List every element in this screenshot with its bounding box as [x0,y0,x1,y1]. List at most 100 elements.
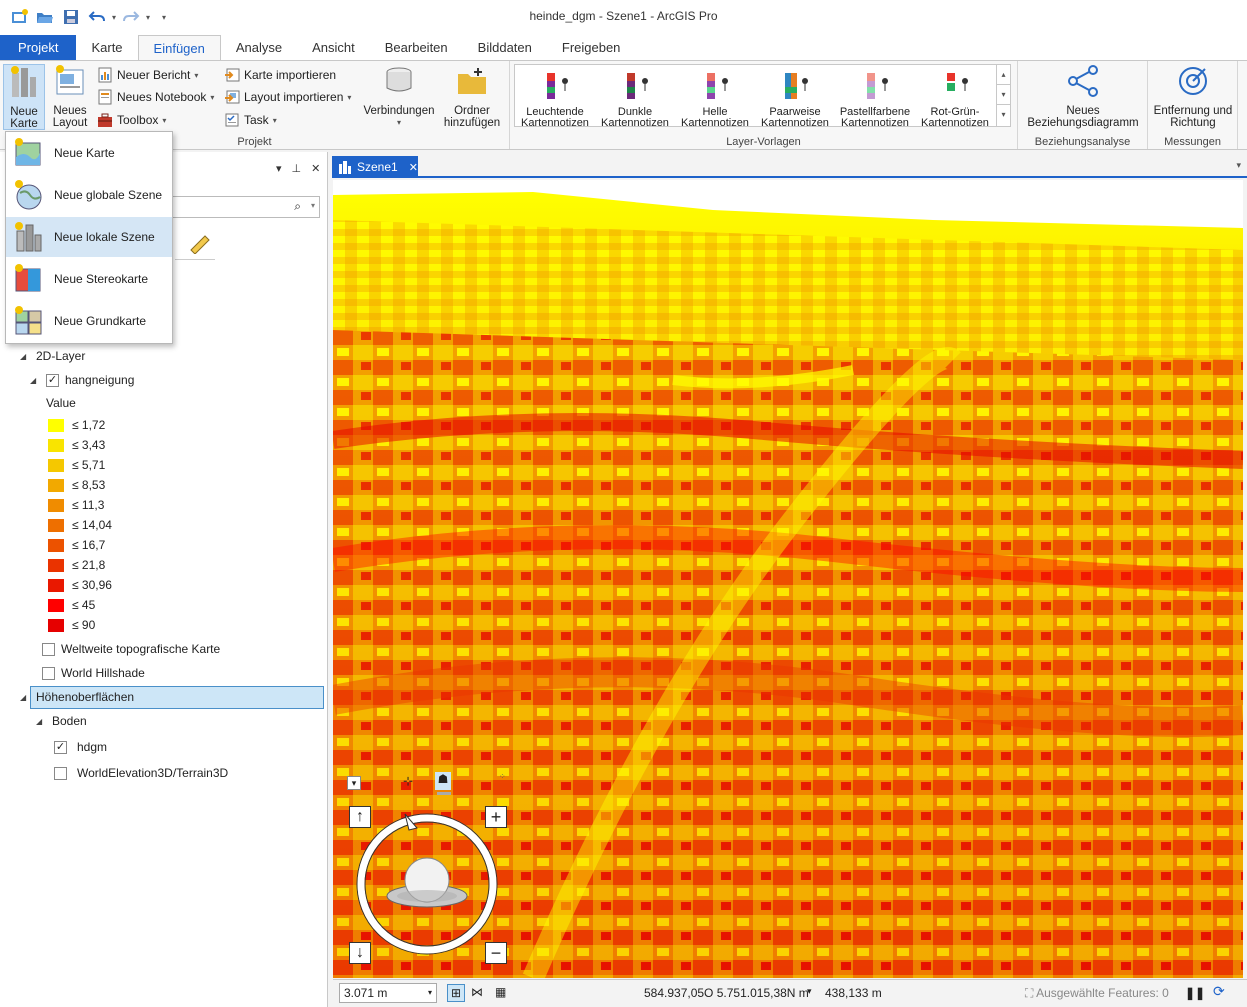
tree-boden[interactable]: ◢ Boden [36,714,87,728]
first-person-icon[interactable]: ☗ [435,772,451,790]
neuer-bericht-button[interactable]: Neuer Bericht ▾ [97,67,198,83]
menu-item-neue-globale-szene[interactable]: Neue globale Szene [6,175,172,215]
tree-hoehenoberflaechen[interactable]: ◢ Höhenoberflächen [20,690,134,704]
legend-swatch[interactable] [48,518,64,532]
verbindungen-button[interactable]: Verbindungen ▾ [360,64,438,129]
legend-swatch[interactable] [48,458,64,472]
close-icon[interactable]: ✕ [409,161,418,174]
tree-hdgm[interactable]: ✓ hdgm [54,740,107,754]
neues-notebook-button[interactable]: Neues Notebook ▾ [97,89,214,105]
legend-swatch[interactable] [48,478,64,492]
table-icon[interactable]: ▦ [495,985,506,999]
neues-layout-button[interactable]: Neues Layout [48,64,92,129]
entfernung-richtung-button[interactable]: Entfernung und Richtung [1152,64,1234,129]
tree-label: hangneigung [65,373,135,387]
expand-icon[interactable]: ◢ [20,352,30,361]
gallery-scroll[interactable]: ▴ ▾ ▾ [996,65,1010,126]
neues-beziehungsdiagramm-button[interactable]: Neues Beziehungsdiagramm [1022,64,1144,129]
visibility-checkbox[interactable] [42,666,55,680]
template-leuchtende[interactable]: Leuchtende Kartennotizen [516,67,594,129]
tab-freigeben[interactable]: Freigeben [547,35,636,60]
navigator-ring-icon[interactable] [347,800,507,960]
chevron-down-icon[interactable]: ▾ [1236,160,1241,171]
selected-features[interactable]: ⛶ Ausgewählte Features: 0 [1025,986,1169,1001]
chevron-down-icon[interactable]: ▾ [997,85,1010,105]
expand-icon[interactable]: ◢ [36,717,46,726]
pane-menu-icon[interactable]: ▾ [276,162,282,175]
legend-swatch[interactable] [48,538,64,552]
pause-icon[interactable]: ❚❚ [1185,986,1205,1000]
group-label-messungen: Messungen [1164,136,1221,148]
chevron-up-icon[interactable]: ▴ [997,65,1010,85]
stereo-map-icon [15,264,41,292]
import-layout-icon [225,90,240,104]
close-icon[interactable]: ✕ [311,162,320,175]
template-dunkle[interactable]: Dunkle Kartennotizen [596,67,674,129]
template-pastell[interactable]: Pastellfarbene Kartennotizen [836,67,914,129]
grid-icon[interactable]: ⋈ [471,985,483,999]
layout-importieren-button[interactable]: Layout importieren ▾ [224,89,351,105]
legend-swatch[interactable] [48,578,64,592]
visibility-checkbox[interactable]: ✓ [46,373,59,387]
menu-item-neue-karte[interactable]: Neue Karte [6,133,172,173]
legend-swatch[interactable] [48,498,64,512]
tree-hillshade[interactable]: World Hillshade [42,666,145,680]
karte-importieren-button[interactable]: Karte importieren [224,67,336,83]
full-extent-icon[interactable]: ⊹ [403,774,413,788]
chevron-down-icon[interactable]: ▾ [311,201,315,210]
tab-szene1[interactable]: Szene1 ✕ [332,156,418,178]
scene-view[interactable]: ▾ ⊹ ☗ ⁘ ↑ + ↓ − [333,180,1243,978]
edit-label-icon[interactable] [187,232,213,254]
selection-icon: ⛶ [1025,986,1034,1000]
tree-hangneigung[interactable]: ◢ ✓ hangneigung [30,373,134,387]
task-button[interactable]: Task ▾ [224,112,277,128]
neue-karte-button[interactable]: Neue Karte [3,64,45,130]
gallery-expand-icon[interactable]: ▾ [997,105,1010,124]
legend-swatch[interactable] [48,438,64,452]
template-rot-gruen[interactable]: Rot-Grün- Kartennotizen [916,67,994,129]
karte-importieren-label: Karte importieren [244,68,337,82]
tab-analyse[interactable]: Analyse [221,35,297,60]
chevron-down-icon[interactable]: ▾ [807,986,812,997]
template-label-2: Kartennotizen [521,117,589,129]
template-label-2: Kartennotizen [841,117,909,129]
navigator-menu-icon[interactable]: ▾ [347,776,361,790]
legend-swatch[interactable] [48,598,64,612]
pin-icon[interactable]: ⊥ [292,162,302,175]
tree-worldelevation[interactable]: WorldElevation3D/Terrain3D [54,766,228,780]
search-input[interactable]: ⌕ ▾ [172,196,320,218]
legend-swatch[interactable] [48,618,64,632]
visibility-checkbox[interactable] [42,642,55,656]
legend-swatch[interactable] [48,418,64,432]
local-scene-icon [11,66,36,97]
expand-icon[interactable]: ◢ [30,376,40,385]
chevron-down-icon[interactable]: ▾ [428,988,432,997]
legend-label: ≤ 30,96 [72,578,112,592]
tab-bearbeiten[interactable]: Bearbeiten [370,35,463,60]
menu-item-neue-lokale-szene[interactable]: Neue lokale Szene [6,217,172,257]
tree-weltweite[interactable]: Weltweite topografische Karte [42,642,220,656]
legend-label: ≤ 45 [72,598,96,612]
tab-karte[interactable]: Karte [76,35,137,60]
tree-2d-layer[interactable]: ◢ 2D-Layer [20,349,85,363]
template-paarweise[interactable]: Paarweise Kartennotizen [756,67,834,129]
scale-input[interactable]: 3.071 m ▾ [339,983,437,1003]
refresh-icon[interactable]: ⟳ [1213,983,1225,1000]
visibility-checkbox[interactable] [54,766,67,780]
expand-icon[interactable]: ◢ [20,693,30,702]
tab-projekt[interactable]: Projekt [0,35,77,60]
legend-swatch[interactable] [48,558,64,572]
tab-einfuegen[interactable]: Einfügen [137,35,221,60]
ordner-hinzufuegen-button[interactable]: Ordner hinzufügen [440,64,504,129]
tab-bilddaten[interactable]: Bilddaten [463,35,547,60]
menu-item-neue-stereokarte[interactable]: Neue Stereokarte [6,259,172,299]
toolbox-button[interactable]: Toolbox ▾ [97,112,166,128]
template-label-2: Kartennotizen [921,117,989,129]
tab-ansicht[interactable]: Ansicht [297,35,370,60]
snapping-icon[interactable]: ⊞ [447,984,465,1002]
menu-item-neue-grundkarte[interactable]: Neue Grundkarte [6,301,172,341]
visibility-checkbox[interactable]: ✓ [54,740,67,754]
search-icon[interactable]: ⌕ [294,199,301,214]
heads-up-icon[interactable]: ⁘ [499,772,506,781]
template-helle[interactable]: Helle Kartennotizen [676,67,754,129]
